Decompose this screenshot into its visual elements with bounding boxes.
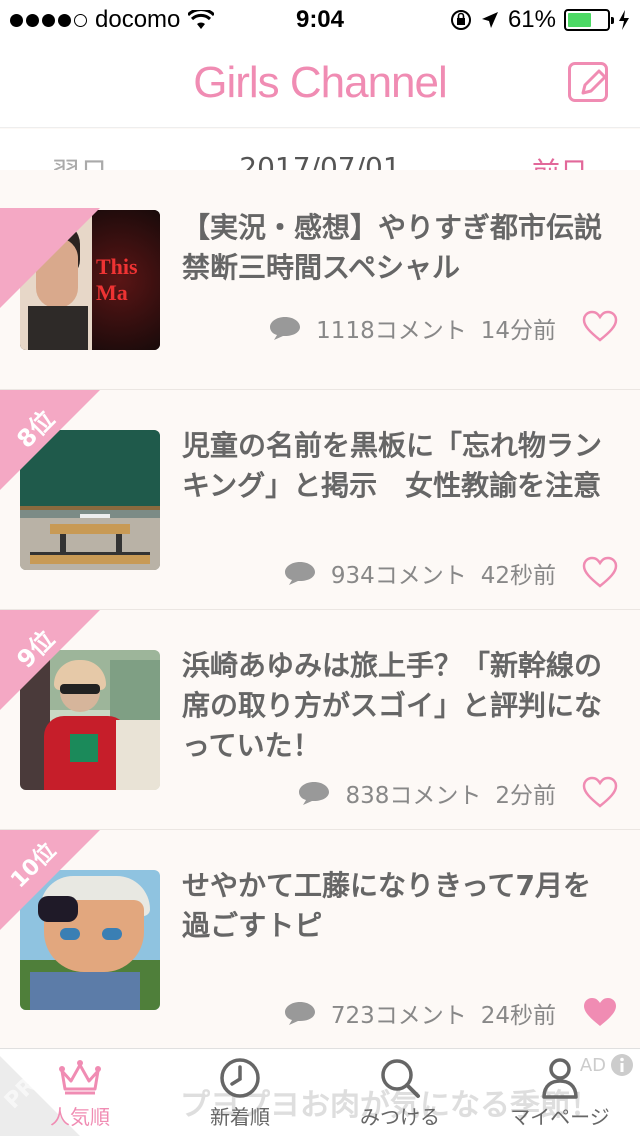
tab-label: みつける bbox=[360, 1105, 440, 1129]
tab-mypage[interactable]: マイページ bbox=[480, 1049, 640, 1136]
comment-count: 723コメント bbox=[330, 1003, 467, 1029]
app-header: Girls Channel bbox=[0, 40, 640, 128]
comment-count: 934コメント bbox=[330, 563, 467, 589]
crown-icon bbox=[59, 1060, 101, 1095]
post-time: 2分前 bbox=[495, 783, 556, 809]
tab-label: 人気順 bbox=[50, 1105, 110, 1129]
app-title: Girls Channel bbox=[193, 58, 448, 107]
comment-icon bbox=[270, 317, 301, 340]
favorite-heart-filled-icon[interactable] bbox=[582, 996, 618, 1028]
article-meta: 723コメント 24秒前 bbox=[283, 996, 556, 1030]
comment-count: 838コメント bbox=[345, 783, 482, 809]
app-screen: docomo 9:04 61% Girls Channel 2017/07/01… bbox=[0, 0, 640, 1136]
post-time: 42秒前 bbox=[480, 563, 556, 589]
article-meta: 1118コメント 14分前 bbox=[268, 311, 556, 345]
article-title: せやかて工藤になりきって7月を過ごすトピ bbox=[182, 869, 591, 942]
tab-label: 新着順 bbox=[210, 1105, 270, 1129]
favorite-heart-icon[interactable] bbox=[582, 556, 618, 588]
person-icon bbox=[542, 1058, 578, 1099]
post-time: 24秒前 bbox=[480, 1003, 556, 1029]
favorite-heart-icon[interactable] bbox=[582, 310, 618, 342]
compose-icon bbox=[581, 69, 607, 95]
rank-ribbon bbox=[0, 208, 100, 308]
tab-new[interactable]: 新着順 bbox=[160, 1049, 320, 1136]
comment-count: 1118コメント bbox=[316, 318, 467, 344]
tab-bar: PR プヨプヨお肉が気になる季節！ AD 人気順 新着順 みつける マイページ bbox=[0, 1048, 640, 1136]
rotation-lock-icon bbox=[450, 10, 471, 30]
favorite-heart-icon[interactable] bbox=[582, 776, 618, 808]
list-item[interactable]: 8位 児童の名前を黒板に「忘れ物ランキング」と掲示 女性教諭を注意 934コメン… bbox=[0, 390, 640, 610]
thumbnail-caption: This Ma bbox=[96, 254, 138, 305]
list-item[interactable]: 9位 浜崎あゆみは旅上手？「新幹線の席の取り方がスゴイ」と評判になっていた！ 8… bbox=[0, 610, 640, 830]
article-meta: 838コメント 2分前 bbox=[297, 776, 556, 810]
comment-icon bbox=[299, 782, 330, 805]
compose-button[interactable] bbox=[568, 62, 608, 102]
system-indicators: 61% bbox=[450, 6, 630, 34]
list-item[interactable]: 10位 せやかて工藤になりきって7月を過ごすトピ 723コメント 24秒前 bbox=[0, 830, 640, 1050]
charging-icon bbox=[619, 10, 629, 30]
tab-label: マイページ bbox=[510, 1105, 610, 1129]
tab-popular[interactable]: 人気順 bbox=[0, 1049, 160, 1136]
tab-search[interactable]: みつける bbox=[320, 1049, 480, 1136]
location-icon bbox=[481, 12, 498, 28]
battery-icon bbox=[564, 9, 614, 31]
battery-percent: 61% bbox=[507, 6, 556, 33]
comment-icon bbox=[284, 562, 315, 585]
article-title: 浜崎あゆみは旅上手？「新幹線の席の取り方がスゴイ」と評判になっていた！ bbox=[182, 649, 603, 762]
clock-icon bbox=[220, 1058, 260, 1098]
article-title: 児童の名前を黒板に「忘れ物ランキング」と掲示 女性教諭を注意 bbox=[182, 429, 603, 502]
search-icon bbox=[381, 1059, 420, 1098]
comment-icon bbox=[284, 1002, 315, 1025]
post-time: 14分前 bbox=[480, 318, 556, 344]
status-bar: docomo 9:04 61% bbox=[0, 0, 640, 40]
article-meta: 934コメント 42秒前 bbox=[283, 556, 556, 590]
article-title: 【実況・感想】やりすぎ都市伝説禁断三時間スペシャル bbox=[182, 211, 603, 284]
list-item[interactable]: This Ma 【実況・感想】やりすぎ都市伝説禁断三時間スペシャル 1118コメ… bbox=[0, 170, 640, 390]
